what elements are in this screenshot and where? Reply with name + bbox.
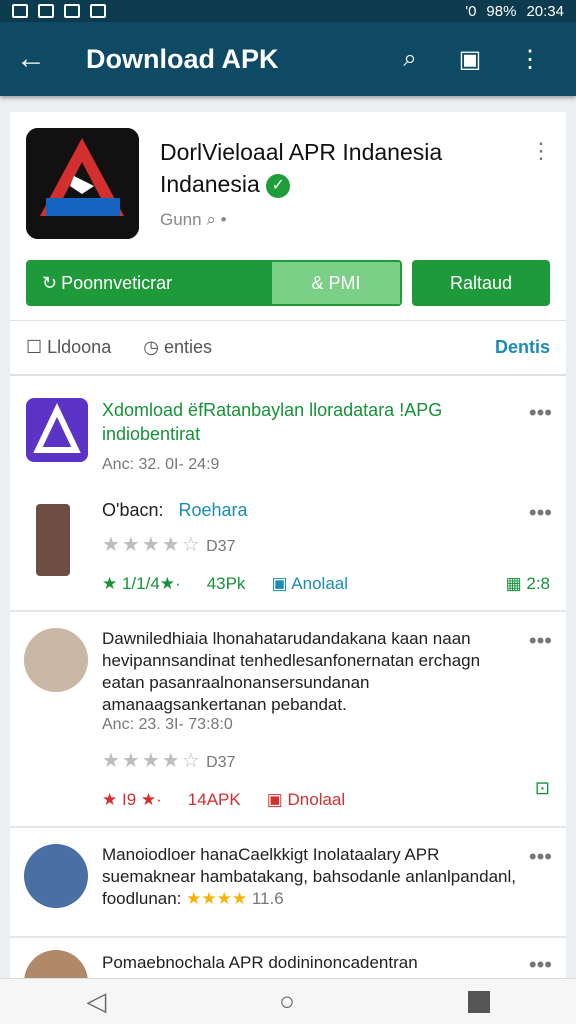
rating-text: D37	[206, 538, 236, 555]
item-overflow-icon[interactable]: •••	[529, 400, 552, 426]
app-thumbnail-icon	[26, 398, 88, 462]
app-bar: ← Download APK ⌕ ▣ ⋮	[0, 22, 576, 96]
download-link-label: Dnolaal	[287, 790, 346, 809]
item-footer: ★ 1/1/4★· 43Pk ▣ Anolaal	[102, 574, 348, 594]
rating-text: D37	[206, 754, 236, 771]
item-title[interactable]: Dawniledhiaia lhonahatarudandakana kaan …	[102, 628, 522, 716]
status-icon: ⌕ •	[206, 210, 227, 229]
tab-details[interactable]: Dentis	[495, 337, 550, 358]
search-icon[interactable]: ⌕	[380, 45, 440, 73]
app-title-text: DorlVieloaal APR Indanesia Indanesia	[160, 139, 443, 197]
item-overflow-icon[interactable]: •••	[529, 628, 552, 654]
list-item[interactable]: Dawniledhiaia lhonahatarudandakana kaan …	[10, 612, 566, 828]
status-bar: '0 98% 20:34	[0, 0, 576, 22]
right-badge: ▦ 2:8	[505, 574, 550, 593]
download-link[interactable]: ▣ Anolaal	[271, 574, 348, 594]
status-left	[12, 4, 106, 18]
item-title[interactable]: Manoiodloer hanaCaelkkigt Inolataalary A…	[102, 844, 522, 910]
app-header: DorlVieloaal APR Indanesia Indanesia ✓ G…	[10, 112, 566, 320]
phone-icon	[36, 504, 70, 576]
action-buttons: ↻ Poonnveticrar & PMI Raltaud	[26, 260, 550, 306]
square-icon[interactable]: ▣	[440, 45, 500, 74]
item-title[interactable]: Xdomload ëfRatanbaylan lloradatara !APG …	[102, 398, 522, 446]
star-rating-icon: ★★★★☆	[102, 750, 202, 772]
tab-left-label: Lldoona	[47, 337, 112, 357]
item-score-label: 1/1/4★·	[121, 574, 181, 593]
tab-left[interactable]: ☐ Lldoona	[26, 337, 111, 358]
signal-text: '0	[465, 2, 477, 20]
tab-middle-label: enties	[163, 337, 212, 357]
app-subtitle-text: Gunn	[160, 210, 202, 229]
list-item[interactable]: Xdomload ëfRatanbaylan lloradatara !APG …	[10, 376, 566, 612]
rating-row: ★★★★☆ D37	[102, 532, 235, 557]
back-nav-icon[interactable]: ◁	[86, 986, 106, 1017]
app-subtitle: Gunn ⌕ •	[160, 210, 227, 230]
app-title: DorlVieloaal APR Indanesia Indanesia ✓	[160, 136, 500, 200]
item-score-label: I9 ★·	[121, 790, 162, 809]
avatar	[24, 844, 88, 908]
content-card: DorlVieloaal APR Indanesia Indanesia ✓ G…	[10, 112, 566, 978]
item-size: 43Pk	[206, 574, 246, 593]
tag-icon[interactable]: ⊡	[535, 778, 550, 799]
refresh-icon: ↻	[42, 272, 58, 293]
app-overflow-icon[interactable]: ⋮	[530, 138, 552, 164]
notification-icon	[90, 4, 106, 18]
tab-bar: ☐ Lldoona ◷ enties Dentis	[10, 320, 566, 376]
recents-nav-icon[interactable]	[467, 990, 490, 1013]
item-overflow-icon[interactable]: •••	[529, 500, 552, 526]
clock: 20:34	[526, 2, 564, 20]
item-meta: Anc: 32. 0I- 24:9	[102, 456, 220, 473]
settings-icon	[64, 4, 80, 18]
star-rating-icon: ★★★★	[186, 889, 248, 908]
page-title: Download APK	[86, 43, 279, 74]
list-item[interactable]: Manoiodloer hanaCaelkkigt Inolataalary A…	[10, 828, 566, 938]
star-rating-icon: ★★★★☆	[102, 534, 202, 556]
tab-middle[interactable]: ◷ enties	[143, 337, 212, 358]
back-arrow-icon[interactable]: ←	[16, 42, 56, 76]
sub-title: O'bacn:	[102, 500, 164, 520]
download-link[interactable]: ▣ Dnolaal	[267, 790, 345, 810]
secondary-segment-button[interactable]: & PMI	[272, 262, 400, 304]
battery-text: 98%	[486, 2, 517, 20]
home-nav-icon[interactable]: ○	[279, 986, 295, 1017]
item-meta: Anc: 23. 3I- 73:8:0	[102, 716, 233, 733]
right-badge-label: 2:8	[526, 574, 550, 593]
item-overflow-icon[interactable]: •••	[529, 952, 552, 978]
system-nav-bar: ◁ ○	[0, 978, 576, 1024]
item-overflow-icon[interactable]: •••	[529, 844, 552, 870]
item-score: ★ I9 ★·	[102, 790, 162, 809]
avatar	[24, 628, 88, 692]
item-footer: ★ I9 ★· 14APK ▣ Dnolaal	[102, 790, 345, 810]
install-button-group: ↻ Poonnveticrar & PMI	[26, 260, 402, 306]
rating-row: ★★★★☆ D37	[102, 748, 235, 773]
item-title[interactable]: Pomaebnochala APR dodininoncadentran	[102, 952, 522, 974]
item-size: 14APK	[187, 790, 241, 809]
image-icon	[12, 4, 28, 18]
download-link-label: Anolaal	[291, 574, 349, 593]
side-action-button[interactable]: Raltaud	[412, 260, 550, 306]
verified-icon: ✓	[266, 173, 291, 198]
item-score: ★ 1/1/4★·	[102, 574, 181, 593]
list-item[interactable]: Pomaebnochala APR dodininoncadentran •••	[10, 938, 566, 978]
item-title-text: Manoiodloer hanaCaelkkigt Inolataalary A…	[102, 845, 516, 908]
sub-title-row: O'bacn: Roehara	[102, 500, 248, 521]
status-right: '0 98% 20:34	[465, 3, 564, 20]
sub-link[interactable]: Roehara	[179, 500, 248, 520]
overflow-menu-icon[interactable]: ⋮	[500, 45, 560, 74]
image-icon	[38, 4, 54, 18]
item-extra: 11.6	[251, 889, 284, 908]
app-logo-icon	[26, 128, 139, 239]
primary-action-button[interactable]: ↻ Poonnveticrar	[28, 262, 272, 304]
avatar	[24, 950, 88, 978]
primary-action-label: Poonnveticrar	[61, 272, 173, 293]
